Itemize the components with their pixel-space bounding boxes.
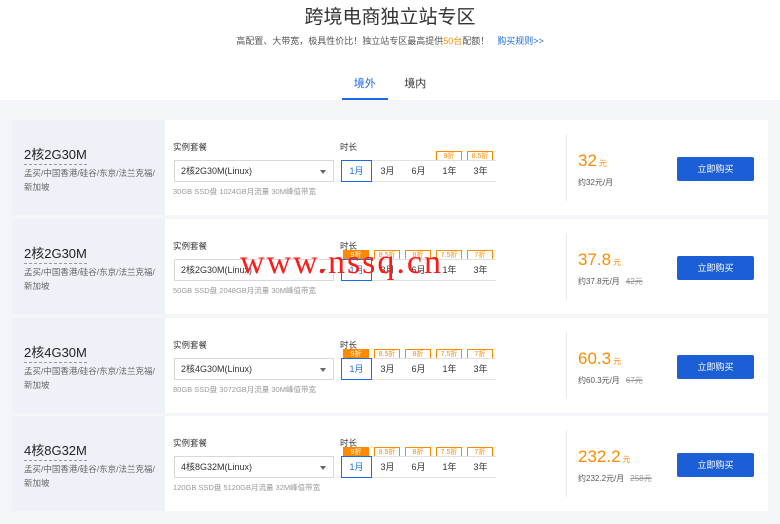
plan-spec: 80GB SSD盘 3072GB月流量 30M峰值带宽 <box>173 385 316 394</box>
monthly-value: 约32元/月 <box>578 178 614 187</box>
plan-region: 孟买/中国香港/硅谷/东京/法兰克福/新加坡 <box>24 267 155 291</box>
price-value: 232.2 <box>578 447 621 466</box>
plan-spec: 50GB SSD盘 2048GB月流量 30M峰值带宽 <box>173 286 316 295</box>
buy-now-button[interactable]: 立即购买 <box>677 256 754 280</box>
quota-highlight: 50台 <box>443 36 463 46</box>
buy-now-button[interactable]: 立即购买 <box>677 157 754 181</box>
chevron-down-icon <box>320 368 326 372</box>
duration-option[interactable]: 6月 <box>403 456 434 478</box>
region-tabs: 境外 境内 <box>0 74 780 100</box>
subtitle-text: 高配置、大带宽，极具性价比！独立站专区最高提供 <box>236 36 444 46</box>
plan-name: 2核4G30M <box>24 342 87 363</box>
buy-now-button[interactable]: 立即购买 <box>677 453 754 477</box>
duration-option[interactable]: 1年 <box>434 160 465 182</box>
duration-option[interactable]: 6月 <box>403 160 434 182</box>
plan-info: 4核8G32M 孟买/中国香港/硅谷/东京/法兰克福/新加坡 <box>12 416 165 511</box>
monthly-value: 约60.3元/月 <box>578 376 620 385</box>
monthly-price: 约232.2元/月 258元 <box>578 473 652 484</box>
instance-select[interactable]: 2核4G30M(Linux) <box>174 358 334 380</box>
duration-option[interactable]: 1月 <box>341 456 372 478</box>
chevron-down-icon <box>320 170 326 174</box>
price-unit: 元 <box>613 357 622 366</box>
page-subtitle: 高配置、大带宽，极具性价比！独立站专区最高提供50台配额！ 购买规则>> <box>0 34 780 47</box>
instance-select[interactable]: 4核8G32M(Linux) <box>174 456 334 478</box>
plan-info: 2核2G30M 孟买/中国香港/硅谷/东京/法兰克福/新加坡 <box>12 219 165 314</box>
tab-overseas[interactable]: 境外 <box>341 76 388 100</box>
chevron-down-icon <box>320 466 326 470</box>
duration-option[interactable]: 1月 <box>341 160 372 182</box>
duration-option[interactable]: 3月 <box>372 456 403 478</box>
duration-option[interactable]: 3月 <box>372 358 403 380</box>
subtitle-suffix: 配额！ <box>462 36 490 46</box>
plan-price: 37.8 元 <box>578 250 621 270</box>
duration-option[interactable]: 3年 <box>465 259 496 281</box>
duration-option[interactable]: 3年 <box>465 456 496 478</box>
instance-label: 实例套餐 <box>173 340 208 350</box>
plan-region: 孟买/中国香港/硅谷/东京/法兰克福/新加坡 <box>24 168 155 192</box>
original-price: 67元 <box>625 376 643 385</box>
instance-select[interactable]: 2核2G30M(Linux) <box>174 160 334 182</box>
duration-option[interactable]: 3年 <box>465 160 496 182</box>
price-value: 32 <box>578 151 597 170</box>
plan-spec: 30GB SSD盘 1024GB月流量 30M峰值带宽 <box>173 187 316 196</box>
price-value: 37.8 <box>578 250 612 269</box>
monthly-price: 约32元/月 <box>578 177 613 188</box>
monthly-value: 约232.2元/月 <box>578 474 625 483</box>
plan-card: 2核4G30M 孟买/中国香港/硅谷/东京/法兰克福/新加坡 实例套餐 2核4G30M… <box>12 318 768 413</box>
plan-info: 2核2G30M 孟买/中国香港/硅谷/东京/法兰克福/新加坡 <box>12 120 165 215</box>
plan-card: 4核8G32M 孟买/中国香港/硅谷/东京/法兰克福/新加坡 实例套餐 4核8G32M… <box>12 416 768 511</box>
divider <box>566 233 567 300</box>
divider <box>566 332 567 399</box>
tab-domestic[interactable]: 境内 <box>392 76 438 100</box>
duration-label: 时长 <box>340 142 358 152</box>
original-price: 258元 <box>630 474 652 483</box>
plan-price: 32 元 <box>578 151 607 171</box>
watermark-text: www.nssq.cn <box>240 244 444 281</box>
duration-option[interactable]: 1年 <box>434 456 465 478</box>
price-unit: 元 <box>613 258 622 267</box>
duration-option[interactable]: 6月 <box>403 358 434 380</box>
plan-name: 4核8G32M <box>24 440 87 461</box>
plan-price: 60.3 元 <box>578 349 621 369</box>
price-unit: 元 <box>598 159 607 168</box>
divider <box>566 430 567 497</box>
plan-name: 2核2G30M <box>24 243 87 264</box>
instance-label: 实例套餐 <box>173 438 208 448</box>
duration-option[interactable]: 3月 <box>372 160 403 182</box>
duration-option[interactable]: 3年 <box>465 358 496 380</box>
plan-region: 孟买/中国香港/硅谷/东京/法兰克福/新加坡 <box>24 464 155 488</box>
plan-price: 232.2 元 <box>578 447 631 467</box>
monthly-value: 约37.8元/月 <box>578 277 620 286</box>
instance-select-value: 2核2G30M(Linux) <box>181 166 253 176</box>
original-price: 42元 <box>625 277 643 286</box>
instance-label: 实例套餐 <box>173 241 208 251</box>
instance-label: 实例套餐 <box>173 142 208 152</box>
page-header: 跨境电商独立站专区 高配置、大带宽，极具性价比！独立站专区最高提供50台配额！ 购… <box>0 0 780 100</box>
plan-card: 2核2G30M 孟买/中国香港/硅谷/东京/法兰克福/新加坡 实例套餐 2核2G30M… <box>12 120 768 215</box>
monthly-price: 约37.8元/月 42元 <box>578 276 643 287</box>
price-value: 60.3 <box>578 349 612 368</box>
instance-select-value: 4核8G32M(Linux) <box>181 462 253 472</box>
duration-option[interactable]: 1月 <box>341 358 372 380</box>
page-title: 跨境电商独立站专区 <box>304 7 476 28</box>
price-unit: 元 <box>622 455 631 464</box>
instance-select-value: 2核4G30M(Linux) <box>181 364 253 374</box>
buy-now-button[interactable]: 立即购买 <box>677 355 754 379</box>
plan-name: 2核2G30M <box>24 144 87 165</box>
duration-option[interactable]: 1年 <box>434 358 465 380</box>
plan-region: 孟买/中国香港/硅谷/东京/法兰克福/新加坡 <box>24 366 155 390</box>
plan-info: 2核4G30M 孟买/中国香港/硅谷/东京/法兰克福/新加坡 <box>12 318 165 413</box>
monthly-price: 约60.3元/月 67元 <box>578 375 643 386</box>
divider <box>566 134 567 201</box>
purchase-rules-link[interactable]: 购买规则>> <box>497 36 544 46</box>
plan-spec: 120GB SSD盘 5120GB月流量 32M峰值带宽 <box>173 483 321 492</box>
